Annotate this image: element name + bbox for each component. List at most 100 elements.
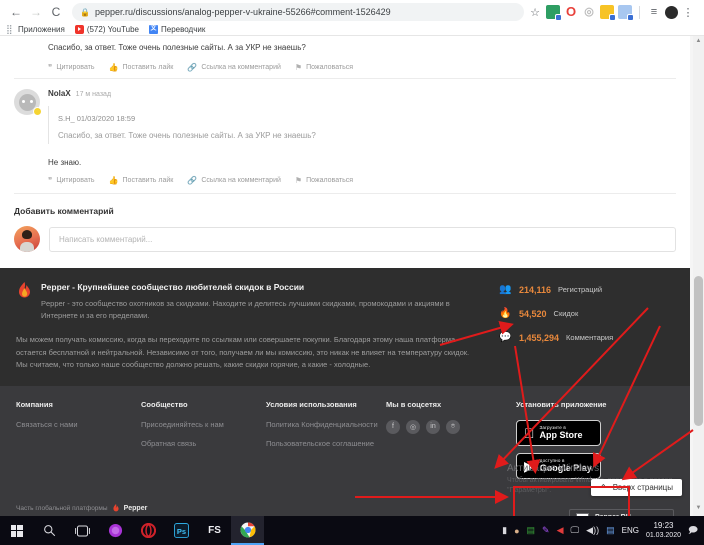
taskbar-language[interactable]: ENG bbox=[622, 526, 639, 535]
quote-meta: S.H_ 01/03/2020 18:59 bbox=[58, 114, 676, 123]
stat-comments: 💬 1,455,294 Комментария bbox=[499, 332, 674, 343]
tray-volume-red-icon[interactable]: ◀ bbox=[557, 525, 564, 536]
extension-blue-icon[interactable] bbox=[618, 5, 632, 19]
action-quote[interactable]: ❞ Цитировать bbox=[48, 176, 95, 185]
extension-green-icon[interactable] bbox=[546, 5, 560, 19]
stat-comments-number: 1,455,294 bbox=[519, 333, 559, 343]
users-icon: 👥 bbox=[499, 284, 512, 295]
tray-speaker-icon[interactable]: ◀)) bbox=[586, 525, 599, 536]
reload-icon[interactable]: C bbox=[46, 2, 66, 22]
scroll-up-arrow-icon[interactable]: ▲ bbox=[694, 38, 703, 47]
forward-icon[interactable]: → bbox=[26, 2, 46, 22]
bookmark-translate[interactable]: 文 Переводчик bbox=[149, 25, 205, 34]
quote-icon: ❞ bbox=[48, 176, 52, 185]
footer-platform: Часть глобальной платформы Pepper © 2017… bbox=[16, 500, 147, 517]
tray-battery-icon[interactable]: ▮ bbox=[502, 525, 507, 536]
platform-brand: Pepper bbox=[124, 505, 148, 512]
site-info-paragraph: Мы можем получать комиссию, когда вы пер… bbox=[16, 334, 479, 372]
profile-avatar[interactable] bbox=[665, 6, 678, 19]
page-scrollbar[interactable]: ▲ ▼ bbox=[693, 36, 704, 516]
platform-row: Часть глобальной платформы Pepper bbox=[16, 500, 147, 517]
instagram-icon[interactable]: ◎ bbox=[406, 420, 420, 434]
stat-comments-label: Комментария bbox=[566, 333, 613, 342]
scrollbar-thumb[interactable] bbox=[694, 276, 703, 426]
footer-column-community: Сообщество Присоединяйтесь к нам Обратна… bbox=[141, 400, 266, 486]
flame-svg bbox=[16, 282, 33, 301]
comment-timestamp: 17 м назад bbox=[76, 91, 111, 98]
chrome-menu-icon[interactable]: ⋮ bbox=[682, 6, 694, 19]
comment-input[interactable]: Написать комментарий... bbox=[49, 227, 676, 252]
taskbar-tray: ▮ ● ▤ ✎ ◀ 🖵 ◀)) ▤ ENG 19:23 01.03.2020 🗩 bbox=[502, 521, 704, 541]
action-permalink[interactable]: 🔗 Ссылка на комментарий bbox=[187, 176, 281, 185]
tray-network-icon[interactable]: 🖵 bbox=[570, 525, 579, 536]
action-like[interactable]: 👍 Поставить лайк bbox=[109, 63, 174, 72]
google-play-button[interactable]: ▶ доступно в Google Play bbox=[516, 453, 601, 479]
tray-misc-icon[interactable]: ▤ bbox=[606, 525, 615, 536]
avatar bbox=[14, 89, 40, 115]
start-button[interactable] bbox=[0, 516, 33, 545]
footer-link-privacy[interactable]: Политика Конфиденциальности bbox=[266, 420, 386, 431]
bookmark-apps[interactable]: ⣿ Приложения bbox=[6, 25, 65, 34]
linkedin-icon[interactable]: in bbox=[426, 420, 440, 434]
scroll-down-arrow-icon[interactable]: ▼ bbox=[694, 505, 703, 514]
bookmark-apps-label: Приложения bbox=[18, 25, 65, 34]
chrome-icon bbox=[240, 522, 256, 538]
platform-text: Часть глобальной платформы bbox=[16, 505, 108, 512]
flag-icon: ⚑ bbox=[295, 63, 302, 72]
reading-list-icon[interactable]: ≡ bbox=[647, 6, 661, 18]
comment-reply-text: Не знаю. bbox=[48, 158, 676, 167]
site-info-subtitle: Pepper - это сообщество охотников за ски… bbox=[41, 298, 479, 321]
search-button[interactable] bbox=[33, 516, 66, 545]
stat-deals: 🔥 54,520 Скидок bbox=[499, 308, 674, 319]
action-like[interactable]: 👍 Поставить лайк bbox=[109, 176, 174, 185]
notification-center-icon[interactable]: 🗩 bbox=[688, 523, 698, 539]
action-report[interactable]: ⚑ Пожаловаться bbox=[295, 63, 353, 72]
footer-bottom: Часть глобальной платформы Pepper © 2017… bbox=[16, 500, 674, 517]
facebook-icon[interactable]: f bbox=[386, 420, 400, 434]
extension-yellow-icon[interactable] bbox=[600, 5, 614, 19]
footer-column-company: Компания Связаться с нами bbox=[16, 400, 141, 486]
taskbar-app-purple[interactable] bbox=[99, 516, 132, 545]
footer-link-agreement[interactable]: Пользовательское соглашение bbox=[266, 439, 386, 450]
fs-icon: FS bbox=[208, 525, 221, 536]
thumbs-up-icon: 👍 bbox=[109, 176, 119, 185]
bookmark-star-icon[interactable]: ☆ bbox=[528, 6, 542, 19]
add-comment-row: Написать комментарий... bbox=[14, 226, 676, 252]
comment-username[interactable]: NolaX bbox=[48, 89, 71, 98]
taskbar-app-opera[interactable] bbox=[132, 516, 165, 545]
taskbar-clock[interactable]: 19:23 01.03.2020 bbox=[646, 521, 681, 541]
tray-pen-icon[interactable]: ✎ bbox=[542, 525, 550, 536]
site-footer: Компания Связаться с нами Сообщество При… bbox=[0, 386, 690, 517]
action-permalink-label: Ссылка на комментарий bbox=[201, 64, 281, 71]
action-report[interactable]: ⚑ Пожаловаться bbox=[295, 176, 353, 185]
action-quote[interactable]: ❞ Цитировать bbox=[48, 63, 95, 72]
taskbar-app-photoshop[interactable]: Ps bbox=[165, 516, 198, 545]
bookmark-youtube[interactable]: (572) YouTube bbox=[75, 25, 139, 34]
photoshop-icon: Ps bbox=[174, 523, 189, 538]
footer-link-contact[interactable]: Связаться с нами bbox=[16, 420, 141, 431]
site-stats: 👥 214,116 Регистраций 🔥 54,520 Скидок 💬 … bbox=[499, 282, 674, 372]
tray-cloud-icon[interactable]: ● bbox=[514, 526, 519, 536]
comment-body: NolaX 17 м назад S.H_ 01/03/2020 18:59 С… bbox=[48, 89, 676, 185]
app-store-button[interactable]:  Загрузите в App Store bbox=[516, 420, 601, 446]
taskbar-app-chrome[interactable] bbox=[231, 516, 264, 545]
footer-link-join[interactable]: Присоединяйтесь к нам bbox=[141, 420, 266, 431]
extension-gray-icon[interactable]: ◎ bbox=[582, 5, 596, 19]
site-info-inner: Pepper - Крупнейшее сообщество любителей… bbox=[16, 282, 674, 372]
back-to-top-button[interactable]: ⌃ Вверх страницы bbox=[591, 479, 682, 496]
action-permalink[interactable]: 🔗 Ссылка на комментарий bbox=[187, 63, 281, 72]
footer-column-social: Мы в соцсетях f ◎ in ⌾ bbox=[386, 400, 516, 486]
youtube-icon bbox=[75, 25, 84, 34]
footer-link-feedback[interactable]: Обратная связь bbox=[141, 439, 266, 450]
task-view-button[interactable] bbox=[66, 516, 99, 545]
tray-green-icon[interactable]: ▤ bbox=[527, 525, 536, 536]
back-icon[interactable]: ← bbox=[6, 2, 26, 22]
rss-icon[interactable]: ⌾ bbox=[446, 420, 460, 434]
taskbar-app-fs[interactable]: FS bbox=[198, 516, 231, 545]
circle-icon bbox=[108, 523, 123, 538]
comment-item-first: Спасибо, за ответ. Тоже очень полезные с… bbox=[0, 36, 690, 78]
stat-registrations: 👥 214,116 Регистраций bbox=[499, 284, 674, 295]
language-selector[interactable]: Pepper RU ▾ bbox=[569, 509, 674, 517]
address-bar[interactable]: 🔒 pepper.ru/discussions/analog-pepper-v-… bbox=[72, 3, 524, 21]
opera-extension-icon[interactable]: O bbox=[564, 5, 578, 19]
